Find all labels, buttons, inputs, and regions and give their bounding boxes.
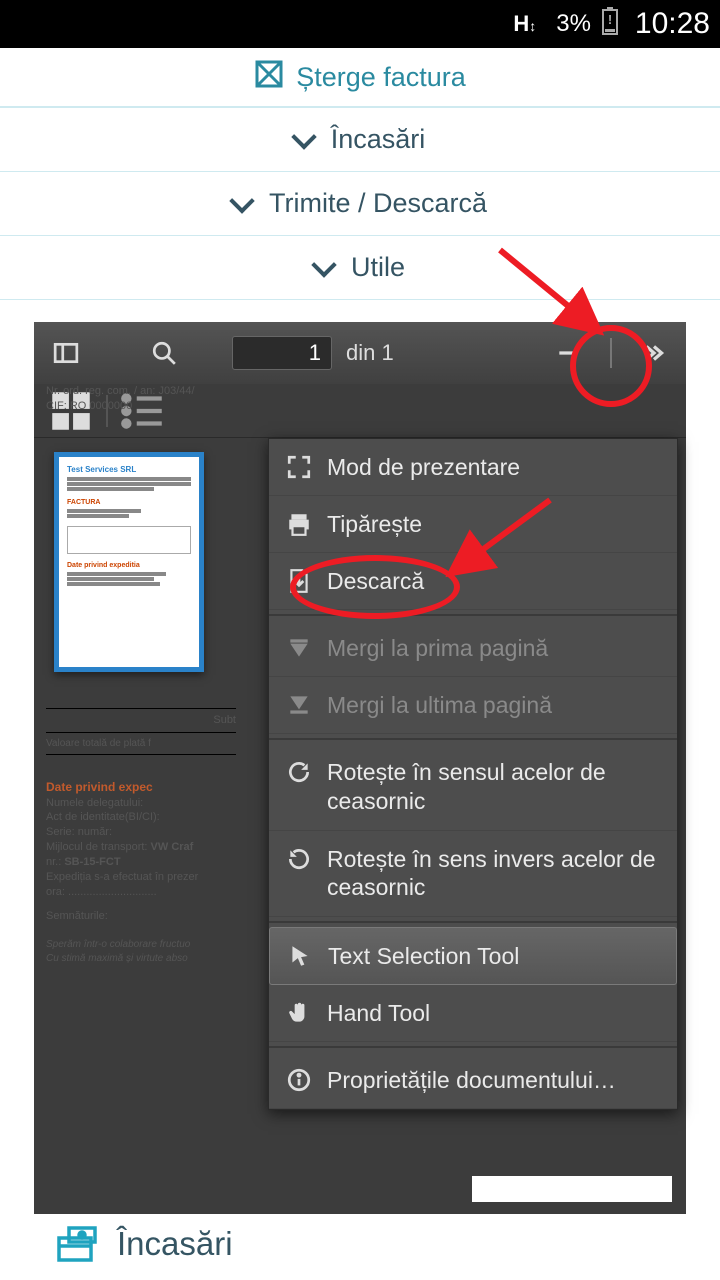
doc-subtotal: Subt (46, 713, 236, 728)
thumb-section: FACTURA (67, 499, 191, 506)
menu-label: Descarcă (327, 568, 424, 595)
menu-rotate-ccw[interactable]: Rotește în sens invers acelor de ceasorn… (269, 831, 677, 918)
page-thumbnail[interactable]: Test Services SRL FACTURA Date privind e… (54, 452, 204, 672)
doc-line: Numele delegatului: (46, 796, 236, 811)
data-icon: H↕ (513, 11, 536, 37)
pdf-viewer: din 1 Nr. ord. reg. com. / an: J03/44/ C… (34, 322, 686, 1214)
battery-icon: ! (601, 7, 619, 42)
doc-note: Sperăm într-o colaborare fructuo (46, 938, 236, 952)
pdf-body: Nr. ord. reg. com. / an: J03/44/ CIF: RO… (34, 438, 686, 1214)
section-label: Încasări (117, 1225, 233, 1263)
doc-line: Act de identitate(BI/CI): (46, 810, 236, 825)
separator (610, 338, 612, 368)
menu-rotate-cw[interactable]: Rotește în sensul acelor de ceasornic (269, 744, 677, 831)
accordion-label: Încasări (331, 124, 426, 155)
section-incasari[interactable]: Încasări (55, 1222, 233, 1266)
menu-label: Hand Tool (327, 1000, 430, 1027)
battery-percent: 3% (556, 10, 591, 38)
clock: 10:28 (635, 7, 710, 41)
menu-label: Rotește în sens invers acelor de ceasorn… (327, 845, 661, 903)
accordion-label: Trimite / Descarcă (269, 188, 487, 219)
chevron-down-icon (291, 124, 316, 149)
print-icon (285, 510, 313, 538)
chevron-down-icon (311, 252, 336, 277)
download-icon (285, 567, 313, 595)
chevron-down-icon (229, 188, 254, 213)
accordion-incasari[interactable]: Încasări (0, 108, 720, 172)
menu-hand-tool[interactable]: Hand Tool (269, 985, 677, 1042)
doc-line: ora: ............................. (46, 885, 236, 900)
menu-first-page[interactable]: Mergi la prima pagină (269, 620, 677, 677)
doc-line: Expediția s-a efectuat în prezer (46, 870, 236, 885)
doc-note: Cu stimă maximă și virtute abso (46, 952, 236, 966)
page-bottom-strip (472, 1176, 672, 1202)
more-tools-button[interactable] (634, 333, 674, 373)
menu-download[interactable]: Descarcă (269, 553, 677, 610)
last-page-icon (285, 691, 313, 719)
rotate-ccw-icon (285, 845, 313, 873)
menu-label: Text Selection Tool (328, 943, 519, 970)
rotate-cw-icon (285, 758, 313, 786)
doc-line: Mijlocul de transport: (46, 841, 151, 853)
sidebar-toggle-button[interactable] (46, 333, 86, 373)
menu-label: Mergi la prima pagină (327, 635, 548, 662)
document-fragment: Subt Valoare totală de plată f Date priv… (46, 704, 236, 965)
payment-icon (55, 1222, 99, 1266)
doc-bold: VW Craf (151, 841, 194, 853)
svg-text:!: ! (608, 12, 612, 27)
doc-shipping-header: Date privind expec (46, 779, 236, 795)
menu-separator (269, 738, 677, 740)
menu-label: Rotește în sensul acelor de ceasornic (327, 758, 661, 816)
accordion-label: Utile (351, 252, 405, 283)
delete-icon (254, 59, 284, 96)
delete-invoice-row[interactable]: Șterge factura (0, 48, 720, 108)
menu-presentation[interactable]: Mod de prezentare (269, 439, 677, 496)
doc-total: Valoare totală de plată f (46, 737, 236, 751)
menu-separator (269, 921, 677, 923)
thumb-shipping: Date privind expeditia (67, 562, 191, 569)
page-number-input[interactable] (232, 336, 332, 370)
menu-print[interactable]: Tipărește (269, 496, 677, 553)
doc-line: nr.: (46, 856, 64, 868)
menu-text-tool[interactable]: Text Selection Tool (269, 927, 677, 985)
cursor-icon (286, 942, 314, 970)
menu-separator (269, 614, 677, 616)
status-bar: H↕ 3% ! 10:28 (0, 0, 720, 48)
delete-invoice-label: Șterge factura (296, 62, 466, 93)
doc-bold: SB-15-FCT (64, 856, 120, 868)
menu-label: Mod de prezentare (327, 454, 520, 481)
doc-line: Serie: număr: (46, 825, 236, 840)
doc-reg-line: Nr. ord. reg. com. / an: J03/44/ (46, 384, 236, 399)
menu-properties[interactable]: Proprietățile documentului… (269, 1052, 677, 1109)
document-background: Nr. ord. reg. com. / an: J03/44/ CIF: RO… (46, 384, 236, 414)
page-total-label: din 1 (346, 340, 394, 366)
thumb-company: Test Services SRL (67, 465, 191, 474)
menu-separator (269, 1046, 677, 1048)
doc-sig: Semnăturile: (46, 909, 236, 924)
menu-label: Tipărește (327, 511, 422, 538)
thumbnail-panel: Test Services SRL FACTURA Date privind e… (54, 452, 204, 672)
info-icon (285, 1066, 313, 1094)
menu-last-page[interactable]: Mergi la ultima pagină (269, 677, 677, 734)
zoom-out-button[interactable] (548, 333, 588, 373)
fullscreen-icon (285, 453, 313, 481)
menu-label: Mergi la ultima pagină (327, 692, 552, 719)
search-button[interactable] (144, 333, 184, 373)
pdf-tools-menu: Mod de prezentare Tipărește Descarcă Mer… (268, 438, 678, 1110)
menu-label: Proprietățile documentului… (327, 1067, 616, 1094)
hand-icon (285, 999, 313, 1027)
pdf-toolbar: din 1 (34, 322, 686, 384)
accordion-utile[interactable]: Utile (0, 236, 720, 300)
doc-cif-line: CIF: RO 0000000 (46, 399, 236, 414)
first-page-icon (285, 634, 313, 662)
accordion-trimite[interactable]: Trimite / Descarcă (0, 172, 720, 236)
